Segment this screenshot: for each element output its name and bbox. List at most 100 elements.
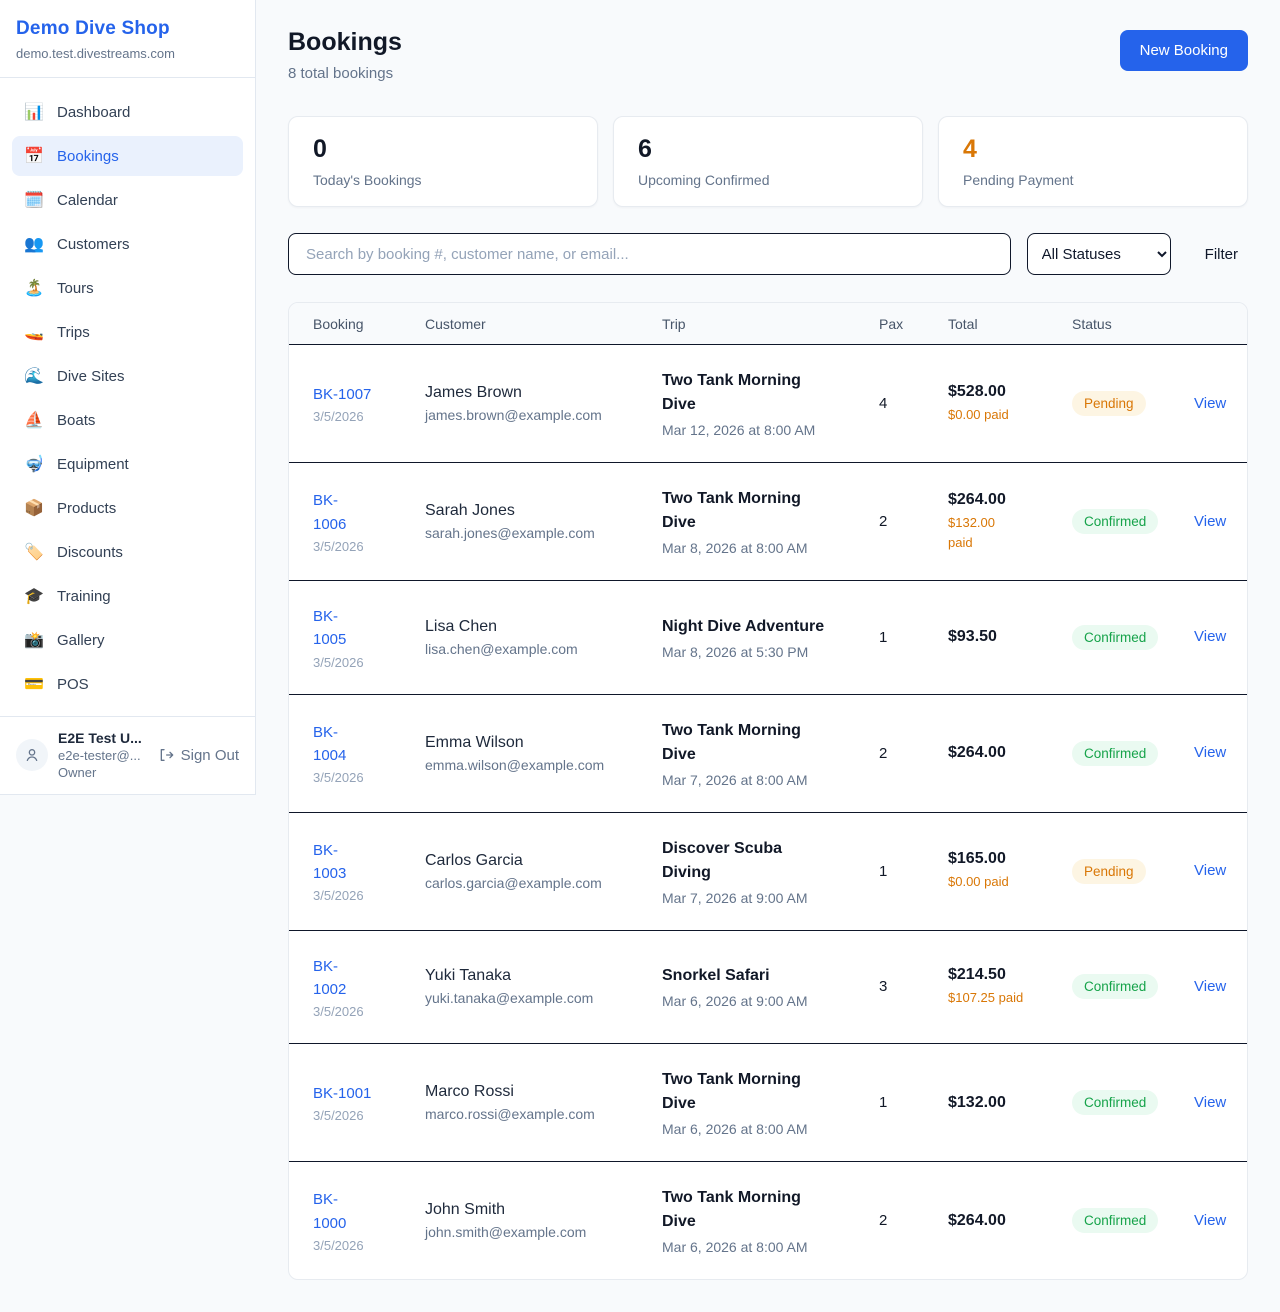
booking-id-link[interactable]: BK- 1006 xyxy=(313,492,346,532)
view-link[interactable]: View xyxy=(1181,1212,1226,1229)
booking-date: 3/5/2026 xyxy=(313,655,425,670)
customer-email: james.brown@example.com xyxy=(425,407,662,423)
sign-out-label: Sign Out xyxy=(181,747,239,764)
boats-icon: ⛵ xyxy=(24,410,44,430)
sidebar-item-tours[interactable]: 🏝️ Tours xyxy=(12,268,243,308)
view-link[interactable]: View xyxy=(1181,744,1226,761)
avatar xyxy=(16,739,48,771)
booking-id-link[interactable]: BK-1001 xyxy=(313,1085,371,1102)
user-name: E2E Test U... xyxy=(58,730,148,746)
sidebar-item-discounts[interactable]: 🏷️ Discounts xyxy=(12,532,243,572)
total-amount: $528.00 xyxy=(948,383,1072,401)
view-link[interactable]: View xyxy=(1181,395,1226,412)
pos-icon: 💳 xyxy=(24,674,44,694)
status-badge: Confirmed xyxy=(1072,1208,1158,1233)
view-link[interactable]: View xyxy=(1181,978,1226,995)
booking-id-link[interactable]: BK- 1000 xyxy=(313,1191,346,1231)
view-link[interactable]: View xyxy=(1181,862,1226,879)
table-body: BK-1007 3/5/2026 James Brown james.brown… xyxy=(289,345,1247,1279)
customer-email: lisa.chen@example.com xyxy=(425,641,662,657)
customer-name: Emma Wilson xyxy=(425,734,662,752)
column-header-status: Status xyxy=(1072,316,1181,332)
stats-row: 0 Today's Bookings 6 Upcoming Confirmed … xyxy=(288,116,1248,207)
search-input[interactable] xyxy=(288,233,1011,275)
view-link[interactable]: View xyxy=(1181,513,1226,530)
trip-datetime: Mar 8, 2026 at 8:00 AM xyxy=(662,540,879,556)
column-header-customer: Customer xyxy=(425,316,662,332)
sidebar-item-pos[interactable]: 💳 POS xyxy=(12,664,243,704)
equipment-icon: 🤿 xyxy=(24,454,44,474)
sidebar-item-label: Boats xyxy=(57,412,95,429)
sidebar-item-boats[interactable]: ⛵ Boats xyxy=(12,400,243,440)
sidebar-item-products[interactable]: 📦 Products xyxy=(12,488,243,528)
sidebar-item-label: Trips xyxy=(57,324,90,341)
view-link[interactable]: View xyxy=(1181,1094,1226,1111)
sidebar-item-label: POS xyxy=(57,676,89,693)
sidebar-item-calendar[interactable]: 🗓️ Calendar xyxy=(12,180,243,220)
customer-name: Sarah Jones xyxy=(425,502,662,520)
table-header: BookingCustomerTripPaxTotalStatus xyxy=(289,303,1247,345)
sign-out-button[interactable]: Sign Out xyxy=(158,747,239,764)
sidebar-item-trips[interactable]: 🚤 Trips xyxy=(12,312,243,352)
table-row: BK- 1002 3/5/2026 Yuki Tanaka yuki.tanak… xyxy=(289,931,1247,1045)
sidebar-item-dive-sites[interactable]: 🌊 Dive Sites xyxy=(12,356,243,396)
total-amount: $264.00 xyxy=(948,1212,1072,1230)
tours-icon: 🏝️ xyxy=(24,278,44,298)
view-link[interactable]: View xyxy=(1181,628,1226,645)
customer-name: Lisa Chen xyxy=(425,618,662,636)
total-amount: $93.50 xyxy=(948,628,1072,646)
trips-icon: 🚤 xyxy=(24,322,44,342)
trip-datetime: Mar 6, 2026 at 8:00 AM xyxy=(662,1121,879,1137)
logout-icon xyxy=(158,747,174,763)
filter-button[interactable]: Filter xyxy=(1195,238,1248,271)
status-filter-select[interactable]: All Statuses xyxy=(1027,233,1171,275)
sidebar-item-equipment[interactable]: 🤿 Equipment xyxy=(12,444,243,484)
booking-id-link[interactable]: BK- 1003 xyxy=(313,842,346,882)
paid-amount: $0.00 paid xyxy=(948,872,1072,892)
column-header-total: Total xyxy=(948,316,1072,332)
booking-id-link[interactable]: BK-1007 xyxy=(313,386,371,403)
sidebar-item-gallery[interactable]: 📸 Gallery xyxy=(12,620,243,660)
booking-id-link[interactable]: BK- 1002 xyxy=(313,958,346,998)
total-amount: $214.50 xyxy=(948,966,1072,984)
sidebar-item-training[interactable]: 🎓 Training xyxy=(12,576,243,616)
customer-email: emma.wilson@example.com xyxy=(425,757,662,773)
table-row: BK- 1005 3/5/2026 Lisa Chen lisa.chen@ex… xyxy=(289,581,1247,695)
customer-email: sarah.jones@example.com xyxy=(425,525,662,541)
sidebar-item-bookings[interactable]: 📅 Bookings xyxy=(12,136,243,176)
trip-name: Two Tank Morning Dive xyxy=(662,369,879,417)
dive-sites-icon: 🌊 xyxy=(24,366,44,386)
pax-count: 2 xyxy=(879,1212,948,1229)
sidebar-item-label: Calendar xyxy=(57,192,118,209)
booking-date: 3/5/2026 xyxy=(313,770,425,785)
stat-card-pending-payment: 4 Pending Payment xyxy=(938,116,1248,207)
booking-date: 3/5/2026 xyxy=(313,1108,425,1123)
shop-domain: demo.test.divestreams.com xyxy=(16,46,239,61)
user-role: Owner xyxy=(58,765,148,780)
new-booking-button[interactable]: New Booking xyxy=(1120,30,1248,71)
sidebar-item-label: Discounts xyxy=(57,544,123,561)
sidebar-item-label: Bookings xyxy=(57,148,119,165)
table-row: BK- 1004 3/5/2026 Emma Wilson emma.wilso… xyxy=(289,695,1247,813)
paid-amount: $107.25 paid xyxy=(948,988,1072,1008)
booking-id-link[interactable]: BK- 1005 xyxy=(313,608,346,648)
sidebar-item-label: Training xyxy=(57,588,111,605)
stat-value: 0 xyxy=(313,135,573,164)
stat-card-todays-bookings: 0 Today's Bookings xyxy=(288,116,598,207)
sidebar-item-customers[interactable]: 👥 Customers xyxy=(12,224,243,264)
column-header-trip: Trip xyxy=(662,316,879,332)
table-row: BK- 1006 3/5/2026 Sarah Jones sarah.jone… xyxy=(289,463,1247,581)
pax-count: 1 xyxy=(879,1094,948,1111)
sidebar-nav: 📊 Dashboard 📅 Bookings 🗓️ Calendar 👥 Cus… xyxy=(0,78,255,716)
main-content: Bookings 8 total bookings New Booking 0 … xyxy=(256,0,1280,1312)
status-badge: Confirmed xyxy=(1072,741,1158,766)
pax-count: 1 xyxy=(879,629,948,646)
paid-amount: $0.00 paid xyxy=(948,405,1072,425)
booking-id-link[interactable]: BK- 1004 xyxy=(313,724,346,764)
booking-date: 3/5/2026 xyxy=(313,888,425,903)
bookings-table: BookingCustomerTripPaxTotalStatus BK-100… xyxy=(288,302,1248,1280)
trip-name: Night Dive Adventure xyxy=(662,615,879,639)
trip-datetime: Mar 7, 2026 at 9:00 AM xyxy=(662,890,879,906)
trip-datetime: Mar 7, 2026 at 8:00 AM xyxy=(662,772,879,788)
sidebar-item-dashboard[interactable]: 📊 Dashboard xyxy=(12,92,243,132)
